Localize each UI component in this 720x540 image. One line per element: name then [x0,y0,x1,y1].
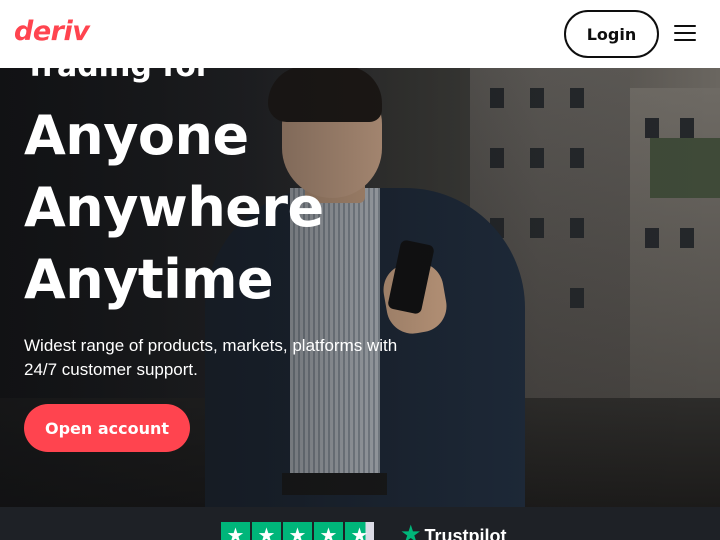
hero-pretitle: Trading for [25,68,211,84]
login-button[interactable]: Login [564,10,659,58]
trustpilot-logo-star-icon: ★ [400,520,422,540]
hero-heading-line: Anywhere [24,176,324,239]
trustpilot-star-icon: ★ [314,522,343,540]
hero-heading-line: Anyone [24,104,249,167]
trustpilot-star-icon: ★ [345,522,374,540]
site-header: deriv Login [0,0,720,68]
hamburger-menu-icon[interactable] [674,23,696,43]
trustpilot-star-icon: ★ [252,522,281,540]
deriv-logo[interactable]: deriv [14,16,90,47]
trustpilot-rating-stars[interactable]: ★ ★ ★ ★ ★ [221,522,374,540]
hero-section: Trading for Anyone Anywhere Anytime Wide… [0,68,720,507]
trustpilot-star-icon: ★ [221,522,250,540]
trustpilot-brand-name: Trustpilot [424,526,507,540]
hero-subtitle: Widest range of products, markets, platf… [24,336,398,379]
open-account-button[interactable]: Open account [24,404,190,452]
trustpilot-bar: ★ ★ ★ ★ ★ ★ Trustpilot [0,507,720,540]
trustpilot-star-icon: ★ [283,522,312,540]
trustpilot-logo[interactable]: ★ Trustpilot [400,522,507,540]
hero-heading-line: Anytime [24,248,274,311]
